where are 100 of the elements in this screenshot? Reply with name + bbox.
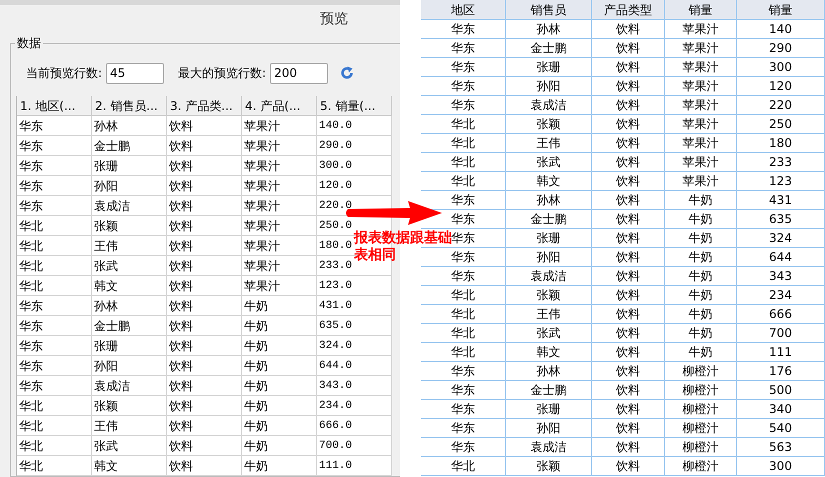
table-cell: 111.0 <box>317 456 392 476</box>
table-cell: 华东 <box>17 176 92 196</box>
table-cell: 张颖 <box>92 396 167 416</box>
table-cell: 柳橙汁 <box>665 419 737 438</box>
table-cell: 饮料 <box>592 343 665 362</box>
table-cell: 孙阳 <box>92 176 167 196</box>
table-cell: 张颖 <box>506 286 592 305</box>
refresh-icon[interactable] <box>340 66 354 80</box>
table-cell: 140 <box>737 20 825 39</box>
table-cell: 176 <box>737 362 825 381</box>
column-header[interactable]: 5. 销量(... <box>317 96 392 116</box>
table-cell: 644 <box>737 248 825 267</box>
table-cell: 华北 <box>17 216 92 236</box>
table-cell: 120 <box>737 77 825 96</box>
column-header: 销量 <box>737 0 825 20</box>
table-cell: 饮料 <box>167 236 242 256</box>
table-cell: 饮料 <box>592 457 665 476</box>
table-cell: 饮料 <box>592 77 665 96</box>
table-cell: 孙林 <box>506 191 592 210</box>
table-cell: 华东 <box>421 248 506 267</box>
column-header[interactable]: 2. 销售员... <box>92 96 167 116</box>
table-cell: 金士鹏 <box>506 381 592 400</box>
table-cell: 123 <box>737 172 825 191</box>
table-cell: 饮料 <box>167 116 242 136</box>
input-field[interactable]: 200 <box>270 62 328 84</box>
table-cell: 饮料 <box>592 419 665 438</box>
table-cell: 华东 <box>421 20 506 39</box>
table-cell: 340 <box>737 400 825 419</box>
table-cell: 431 <box>737 191 825 210</box>
table-cell: 张珊 <box>506 400 592 419</box>
table-cell: 柳橙汁 <box>665 381 737 400</box>
table-cell: 饮料 <box>167 276 242 296</box>
table-cell: 牛奶 <box>665 210 737 229</box>
group-label: 数据 <box>15 35 43 51</box>
table-cell: 牛奶 <box>665 191 737 210</box>
table-cell: 张武 <box>92 256 167 276</box>
table-cell: 苹果汁 <box>665 115 737 134</box>
table-cell: 343.0 <box>317 376 392 396</box>
table-cell: 牛奶 <box>242 376 317 396</box>
table-cell: 牛奶 <box>242 316 317 336</box>
table-cell: 饮料 <box>167 456 242 476</box>
table-cell: 华北 <box>17 236 92 256</box>
table-cell: 牛奶 <box>665 305 737 324</box>
table-cell: 饮料 <box>592 400 665 419</box>
table-cell: 苹果汁 <box>665 58 737 77</box>
table-cell: 饮料 <box>592 191 665 210</box>
column-header[interactable]: 3. 产品类... <box>167 96 242 116</box>
table-cell: 500 <box>737 381 825 400</box>
table-cell: 牛奶 <box>665 324 737 343</box>
input-field[interactable]: 45 <box>106 62 164 84</box>
table-cell: 张珊 <box>506 229 592 248</box>
table-cell: 140.0 <box>317 116 392 136</box>
table-cell: 韩文 <box>92 456 167 476</box>
table-cell: 韩文 <box>506 172 592 191</box>
table-cell: 饮料 <box>592 210 665 229</box>
field-label: 最大的预览行数: <box>178 65 266 82</box>
table-cell: 牛奶 <box>665 343 737 362</box>
table-cell: 孙阳 <box>506 248 592 267</box>
table-cell: 牛奶 <box>665 286 737 305</box>
table-cell: 饮料 <box>592 438 665 457</box>
table-cell: 金士鹏 <box>92 136 167 156</box>
table-cell: 饮料 <box>167 316 242 336</box>
table-cell: 635.0 <box>317 316 392 336</box>
table-cell: 563 <box>737 438 825 457</box>
table-cell: 华北 <box>17 396 92 416</box>
table-cell: 华北 <box>17 276 92 296</box>
table-cell: 牛奶 <box>242 356 317 376</box>
table-cell: 华东 <box>17 316 92 336</box>
table-cell: 233 <box>737 153 825 172</box>
table-cell: 饮料 <box>592 58 665 77</box>
table-cell: 牛奶 <box>242 456 317 476</box>
table-cell: 饮料 <box>167 336 242 356</box>
table-cell: 饮料 <box>592 267 665 286</box>
table-cell: 饮料 <box>592 324 665 343</box>
table-cell: 张珊 <box>92 156 167 176</box>
table-cell: 120.0 <box>317 176 392 196</box>
table-cell: 牛奶 <box>242 336 317 356</box>
table-cell: 张颖 <box>506 115 592 134</box>
table-cell: 牛奶 <box>242 416 317 436</box>
table-cell: 饮料 <box>592 172 665 191</box>
column-header[interactable]: 4. 产品(... <box>242 96 317 116</box>
column-header: 地区 <box>421 0 506 20</box>
table-cell: 金士鹏 <box>92 316 167 336</box>
table-cell: 华北 <box>17 416 92 436</box>
table-cell: 华东 <box>421 77 506 96</box>
table-cell: 华北 <box>421 172 506 191</box>
table-cell: 苹果汁 <box>665 77 737 96</box>
table-cell: 666 <box>737 305 825 324</box>
table-cell: 苹果汁 <box>242 236 317 256</box>
table-cell: 635 <box>737 210 825 229</box>
table-cell: 孙阳 <box>506 77 592 96</box>
table-cell: 苹果汁 <box>665 39 737 58</box>
table-cell: 饮料 <box>167 196 242 216</box>
column-header: 销量 <box>665 0 737 20</box>
column-header[interactable]: 1. 地区(... <box>17 96 92 116</box>
table-cell: 饮料 <box>167 356 242 376</box>
table-cell: 华东 <box>421 362 506 381</box>
table-cell: 饮料 <box>592 20 665 39</box>
table-cell: 牛奶 <box>665 229 737 248</box>
table-cell: 柳橙汁 <box>665 457 737 476</box>
